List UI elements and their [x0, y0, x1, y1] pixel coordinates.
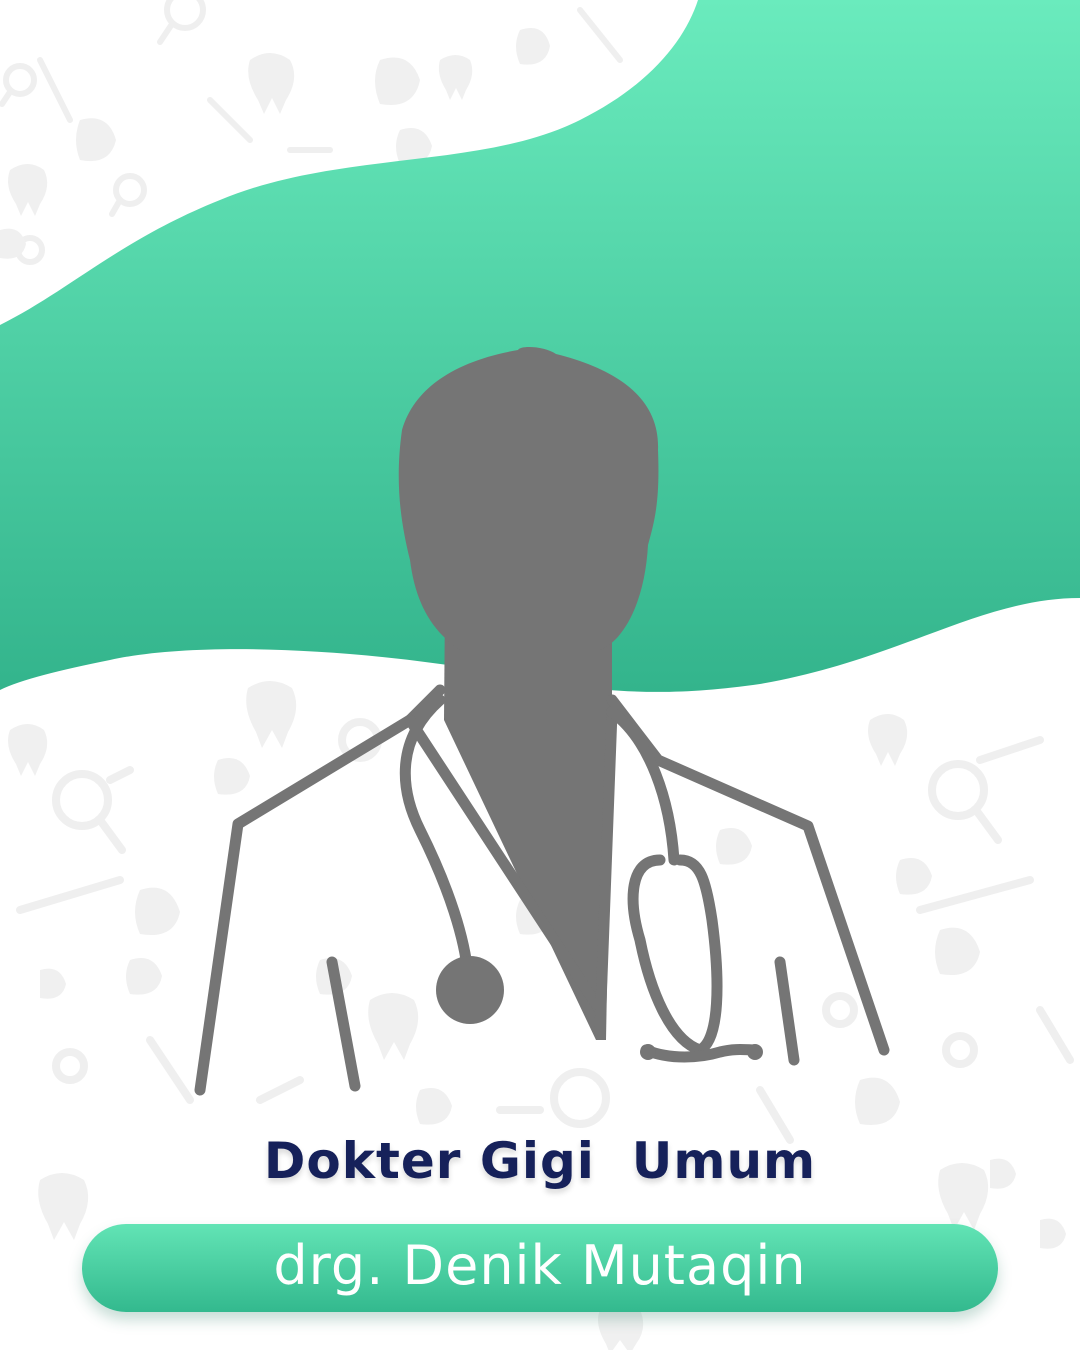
toothbrush-icon — [37, 57, 73, 123]
magnifier-icon — [0, 63, 37, 107]
leaf-icon — [76, 118, 116, 162]
toothbrush-icon — [207, 97, 333, 153]
toothbrush-icon — [577, 7, 623, 63]
profile-card: Dokter Gigi Umum drg. Denik Mutaqin — [0, 0, 1080, 1350]
doctor-name-banner: drg. Denik Mutaqin — [82, 1224, 998, 1312]
magnifier-icon — [109, 173, 147, 217]
tooth-icon — [438, 55, 473, 100]
tooth-icon — [8, 164, 48, 216]
specialty-title: Dokter Gigi Umum — [263, 1132, 817, 1190]
doctor-name: drg. Denik Mutaqin — [273, 1234, 807, 1297]
leaf-icon — [516, 28, 550, 65]
leaf-icon — [0, 228, 26, 259]
leaf-icon — [375, 57, 420, 105]
tooth-icon — [248, 53, 295, 114]
magnifier-icon — [157, 0, 206, 45]
